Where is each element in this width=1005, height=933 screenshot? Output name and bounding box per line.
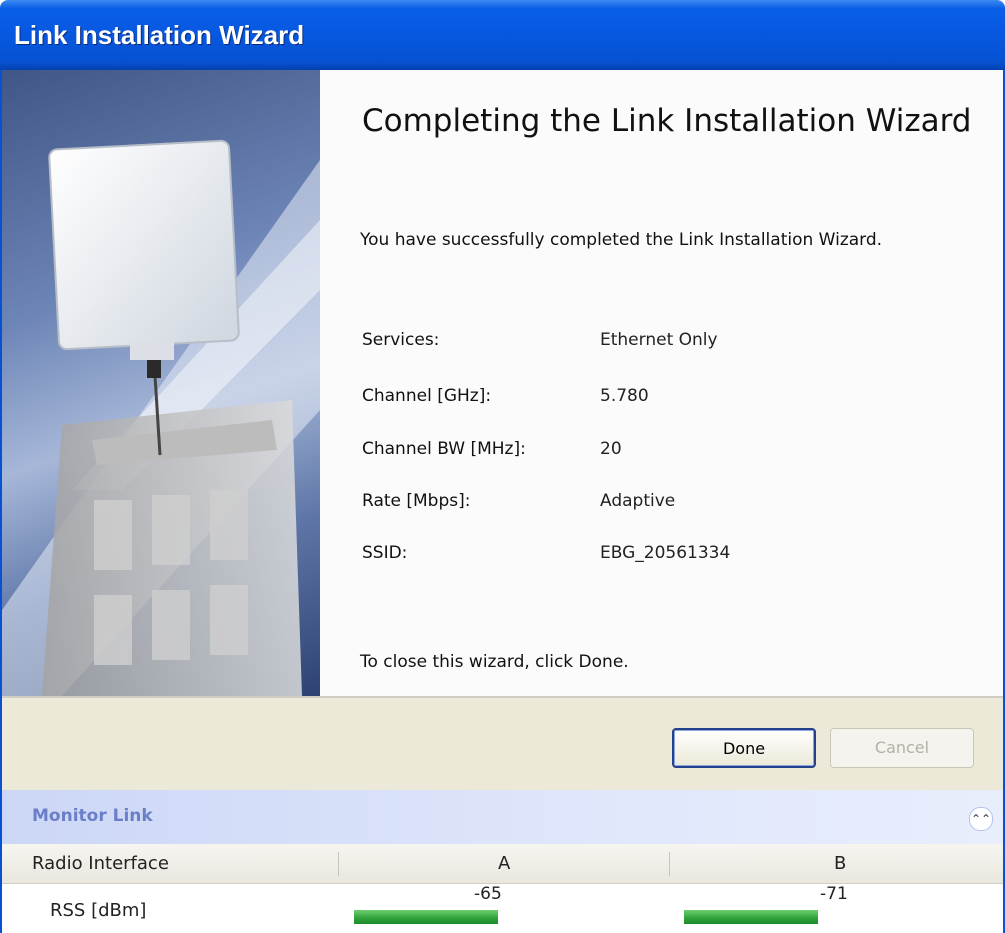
column-header-a: A (498, 853, 511, 874)
column-header-b: B (834, 853, 847, 874)
rss-bar-b (684, 910, 818, 924)
button-bar: Done Cancel (2, 698, 1003, 790)
monitor-link-table: Radio Interface A B RSS [dBm] -65 -71 (2, 844, 1003, 933)
table-header: Radio Interface A B (2, 844, 1003, 884)
summary-value: Adaptive (600, 491, 676, 511)
window-title: Link Installation Wizard (14, 20, 305, 50)
rss-bar-a (354, 910, 498, 924)
summary-value: Ethernet Only (600, 330, 718, 350)
summary-label: Channel [GHz]: (362, 386, 492, 406)
success-message: You have successfully completed the Link… (360, 230, 883, 250)
summary-label: Rate [Mbps]: (362, 491, 471, 511)
summary-value: 5.780 (600, 386, 649, 406)
double-chevron-up-icon[interactable]: ⌃⌃ (969, 807, 993, 831)
page-title: Completing the Link Installation Wizard (362, 103, 972, 139)
summary-label: Channel BW [MHz]: (362, 439, 526, 459)
column-header-radio-interface: Radio Interface (32, 853, 169, 874)
row-label-rss: RSS [dBm] (50, 900, 147, 921)
closing-instruction: To close this wizard, click Done. (360, 652, 629, 672)
summary-label: SSID: (362, 543, 408, 563)
wizard-content-panel: Completing the Link Installation Wizard … (320, 70, 1003, 696)
summary-label: Services: (362, 330, 440, 350)
summary-value: 20 (600, 439, 622, 459)
done-button[interactable]: Done (672, 728, 816, 768)
antenna-building-illustration (2, 139, 320, 696)
column-divider (669, 852, 670, 876)
window-title-bar[interactable]: Link Installation Wizard (0, 0, 1005, 70)
wizard-side-illustration (2, 70, 320, 696)
monitor-link-header[interactable]: Monitor Link ⌃⌃ (2, 790, 1003, 844)
rss-value-a: -65 (474, 884, 502, 904)
table-row: RSS [dBm] -65 -71 (2, 884, 1003, 933)
monitor-link-title: Monitor Link (32, 806, 153, 826)
cancel-button[interactable]: Cancel (830, 728, 974, 768)
column-divider (338, 852, 339, 876)
summary-value: EBG_20561334 (600, 543, 731, 563)
rss-value-b: -71 (820, 884, 848, 904)
